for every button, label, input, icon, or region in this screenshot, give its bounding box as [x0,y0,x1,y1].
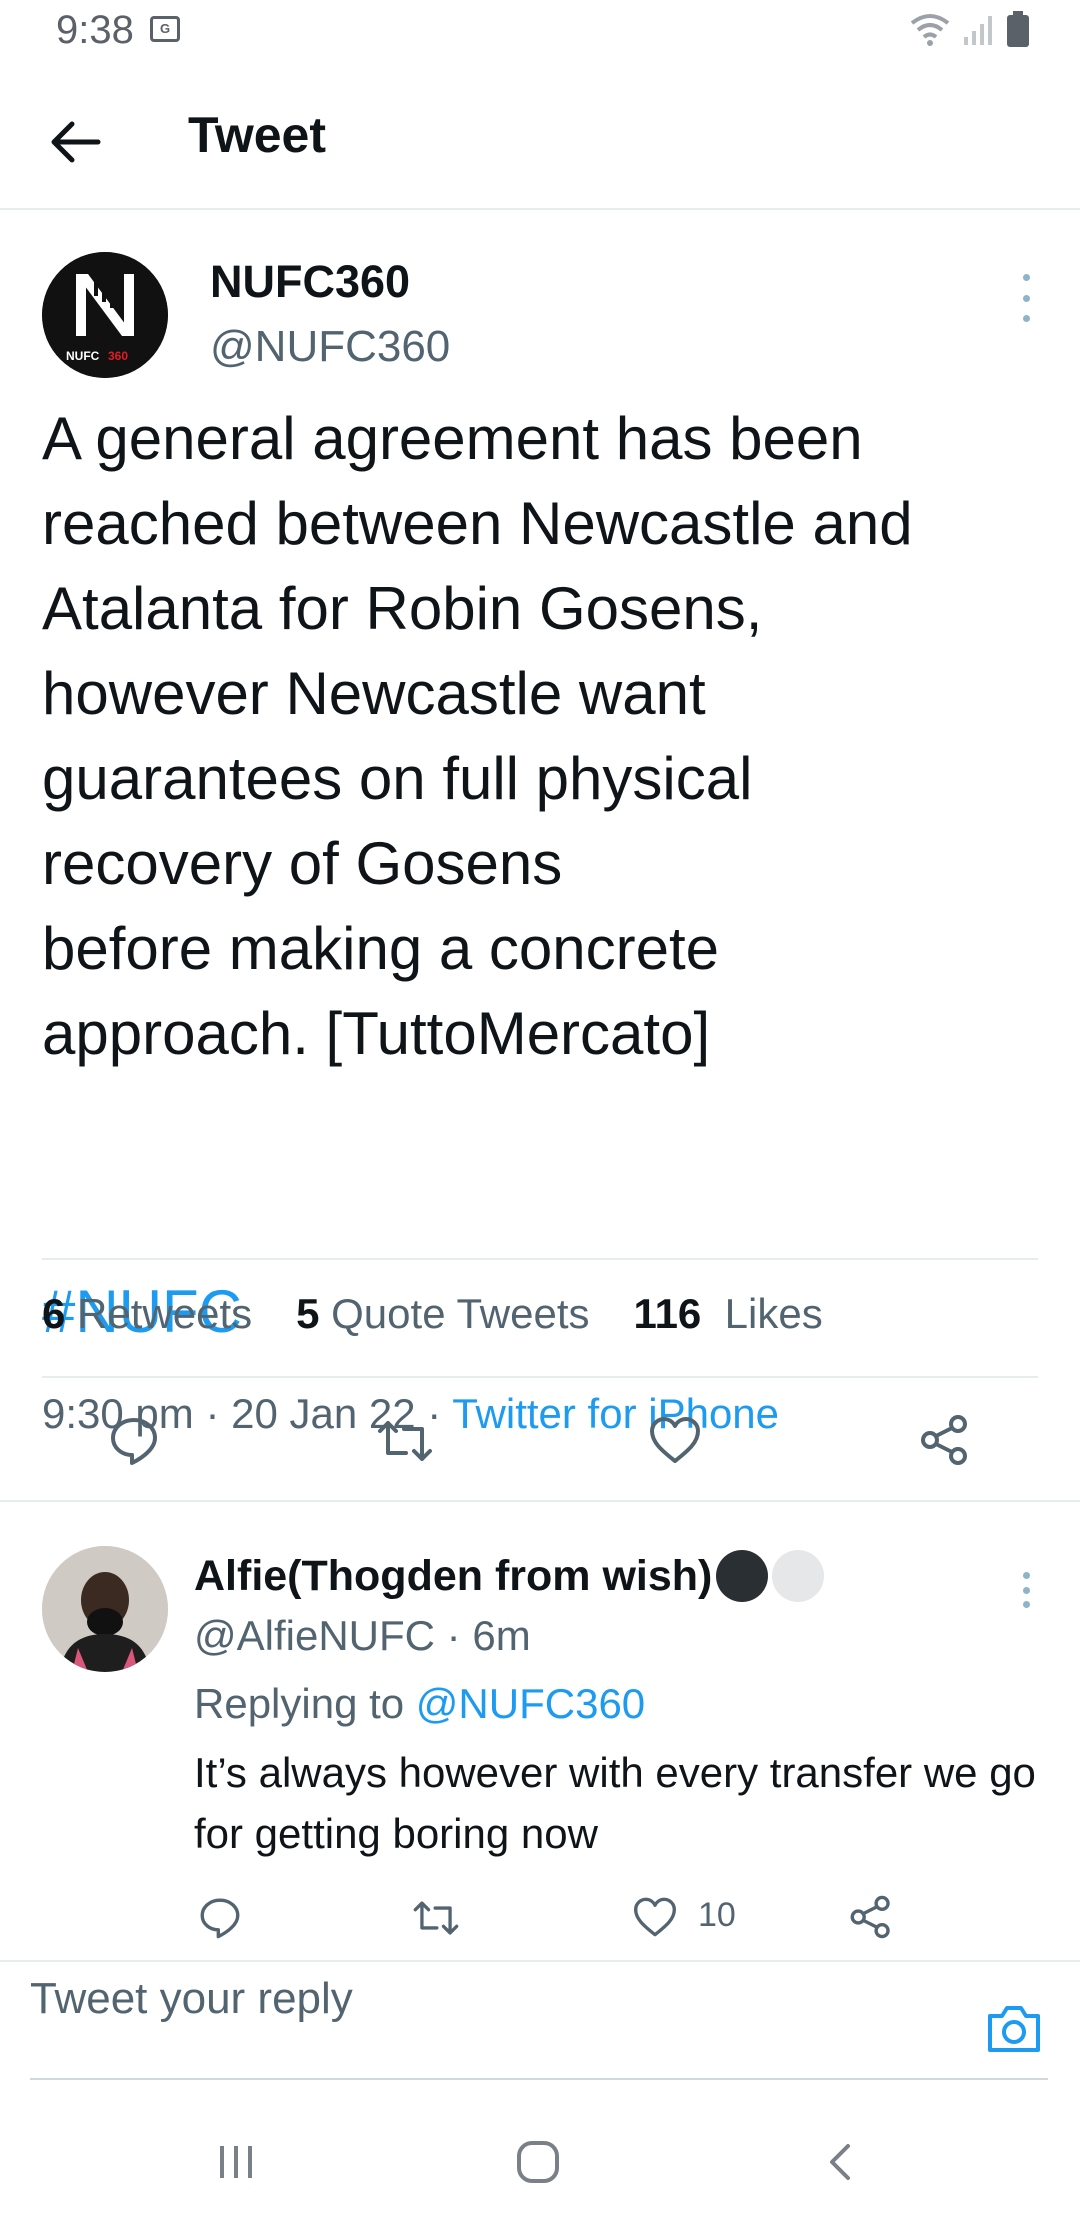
app-header: Tweet [0,80,1080,210]
retweet-icon[interactable] [412,1896,460,1940]
author-name[interactable]: NUFC360 [210,256,410,308]
notification-icon: G [150,16,180,42]
reply-icon[interactable] [108,1415,160,1467]
black-circle-icon [716,1550,769,1602]
divider [42,1258,1038,1260]
recent-apps-icon[interactable] [214,2140,258,2184]
author-handle[interactable]: @NUFC360 [210,322,450,372]
reply-actions: 10 [0,1890,1080,1950]
wifi-icon [910,14,950,46]
svg-text:360: 360 [108,349,128,363]
share-icon[interactable] [918,1413,972,1467]
more-options-icon[interactable] [1020,1572,1032,1608]
tweet-actions [0,1405,1080,1475]
user-photo-icon [42,1546,168,1672]
like-heart-icon[interactable] [632,1896,678,1938]
divider [42,1376,1038,1378]
tweet-stats: 6 Retweets 5 Quote Tweets 116 Likes [42,1290,867,1338]
quote-tweets-stat[interactable]: 5 Quote Tweets [296,1290,589,1338]
nufc360-logo-icon: NUFC 360 [42,252,168,378]
reply-input[interactable] [30,1974,930,2024]
avatar[interactable]: NUFC 360 [42,252,168,378]
status-time: 9:38 [56,8,134,52]
likes-stat[interactable]: 116 Likes [634,1290,823,1338]
like-heart-icon[interactable] [648,1415,702,1465]
replying-to: Replying to @NUFC360 [194,1680,646,1727]
avatar[interactable] [42,1546,168,1672]
retweets-stat[interactable]: 6 Retweets [42,1290,252,1338]
share-icon[interactable] [848,1894,894,1940]
camera-icon[interactable] [984,2002,1044,2056]
back-nav-icon[interactable] [820,2140,860,2184]
system-nav-bar [0,2110,1080,2220]
reply-author-name[interactable]: Alfie(Thogden from wish) [194,1550,825,1602]
more-options-icon[interactable] [1020,274,1032,322]
white-circle-icon [772,1550,825,1602]
signal-icon [964,16,992,45]
compose-underline [30,2078,1048,2080]
tweet-text: A general agreement has been reached bet… [42,405,913,1067]
status-bar: 9:38 G [0,0,1080,64]
home-icon[interactable] [514,2138,562,2186]
retweet-icon[interactable] [376,1415,434,1467]
page-title: Tweet [188,107,326,163]
reply-compose-bar [0,1960,1080,2080]
divider [0,1500,1080,1502]
mention-link[interactable]: @NUFC360 [416,1680,645,1727]
reply-text: It’s always however with every transfer … [194,1749,1036,1857]
back-arrow-icon[interactable] [46,112,106,172]
reply-icon[interactable] [198,1896,242,1940]
battery-icon [1007,11,1029,47]
status-icons [908,10,1030,48]
svg-text:NUFC: NUFC [66,349,100,363]
reply-author-handle: @AlfieNUFC · 6m [194,1612,531,1659]
like-count: 10 [698,1896,736,1934]
